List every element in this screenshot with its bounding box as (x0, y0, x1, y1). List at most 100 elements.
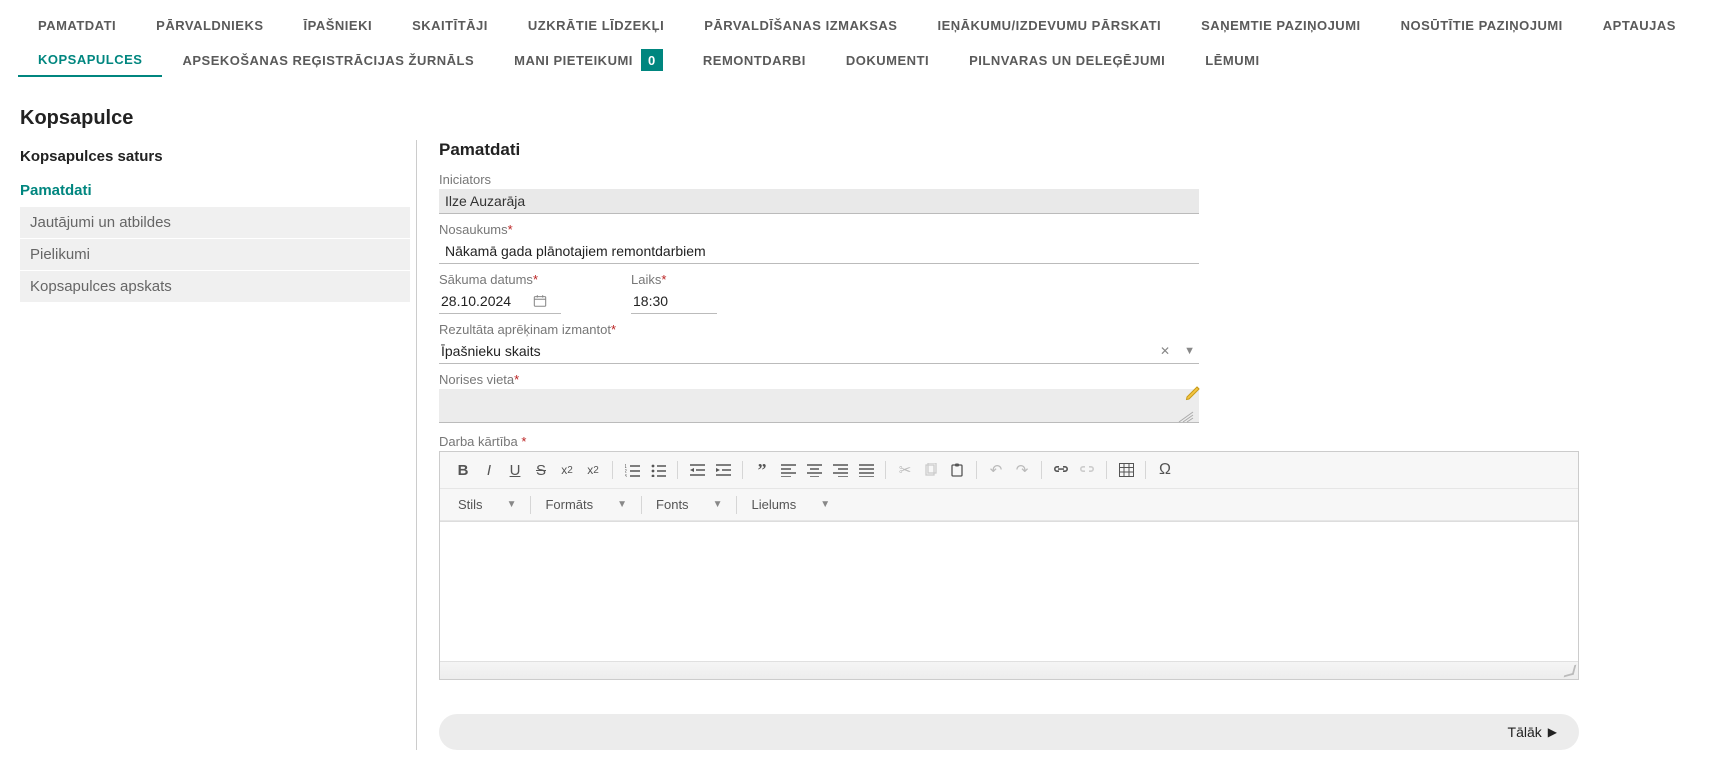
tab-mani-pieteikumi[interactable]: MANI PIETEIKUMI 0 (494, 41, 683, 79)
rte-sep (1041, 461, 1042, 479)
required-norises-vieta: * (514, 372, 519, 387)
rte-toolbar-2: Stils ▼ Formāts ▼ Fonts ▼ Lie (440, 489, 1578, 521)
field-darba-kartiba: Darba kārtība * B I U S x2 x2 123 (439, 434, 1709, 680)
tab-apsekosanas-zurnals[interactable]: APSEKOŠANAS REĢISTRĀCIJAS ŽURNĀLS (162, 45, 494, 76)
tab-parvaldnieks[interactable]: PĀRVALDNIEKS (136, 10, 283, 41)
rte-special-char-icon[interactable]: Ω (1152, 458, 1178, 482)
rte-footer-resize-icon[interactable] (440, 661, 1578, 679)
rte-combo-stils[interactable]: Stils ▼ (450, 495, 524, 514)
rte-sep (1145, 461, 1146, 479)
select-rezultata-caret-icon[interactable]: ▼ (1180, 345, 1199, 357)
rte-outdent-icon[interactable] (684, 458, 710, 482)
textarea-norises-vieta[interactable] (439, 389, 1199, 423)
rte-align-left-icon[interactable] (775, 458, 801, 482)
rte-combo-fonts-label: Fonts (656, 497, 689, 512)
form-panel: Pamatdati Iniciators Ilze Auzarāja Nosau… (416, 140, 1709, 750)
required-sakuma-datums: * (533, 272, 538, 287)
label-sakuma-datums: Sākuma datums* (439, 272, 561, 287)
rte-ordered-list-icon[interactable]: 123 (619, 458, 645, 482)
label-darba-kartiba: Darba kārtība * (439, 434, 1709, 449)
rte-indent-icon[interactable] (710, 458, 736, 482)
rte-combo-lielums[interactable]: Lielums ▼ (743, 495, 838, 514)
rte-unordered-list-icon[interactable] (645, 458, 671, 482)
sidebar-item-pamatdati[interactable]: Pamatdati (20, 175, 410, 207)
required-nosaukums: * (508, 222, 513, 237)
next-button[interactable]: Tālāk ▶ (1508, 724, 1557, 740)
rte-link-icon[interactable] (1048, 458, 1074, 482)
select-rezultata-clear-icon[interactable]: ✕ (1156, 344, 1174, 358)
tab-pamatdati[interactable]: PAMATDATI (18, 10, 136, 41)
rte-combo-fonts[interactable]: Fonts ▼ (648, 495, 730, 514)
rte-sep (612, 461, 613, 479)
label-norises-vieta: Norises vieta* (439, 372, 1709, 387)
tab-sanemtie-pazinojumi[interactable]: SAŅEMTIE PAZIŅOJUMI (1181, 10, 1381, 41)
rte-strike-icon[interactable]: S (528, 458, 554, 482)
rte-align-right-icon[interactable] (827, 458, 853, 482)
rte-sep (641, 496, 642, 514)
label-rezultata-text: Rezultāta aprēķinam izmantot (439, 322, 611, 337)
rte-content-area[interactable] (440, 521, 1578, 661)
input-laiks[interactable] (631, 289, 717, 314)
rte-align-center-icon[interactable] (801, 458, 827, 482)
label-laiks-text: Laiks (631, 272, 661, 287)
label-darba-kartiba-text: Darba kārtība (439, 434, 521, 449)
rte-combo-formats[interactable]: Formāts ▼ (537, 495, 635, 514)
sidebar: Kopsapulces saturs Pamatdati Jautājumi u… (20, 140, 410, 750)
tab-parvaldisanas-izmaksas[interactable]: PĀRVALDĪŠANAS IZMAKSAS (684, 10, 917, 41)
sidebar-item-jautajumi[interactable]: Jautājumi un atbildes (20, 207, 410, 239)
rte-subscript-icon[interactable]: x2 (554, 458, 580, 482)
input-nosaukums[interactable] (439, 239, 1199, 264)
tab-mani-pieteikumi-label: MANI PIETEIKUMI (514, 53, 633, 68)
sidebar-item-pielikumi[interactable]: Pielikumi (20, 239, 410, 271)
label-nosaukums: Nosaukums* (439, 222, 1709, 237)
bottom-action-bar: Tālāk ▶ (439, 714, 1579, 750)
tab-uzkratie-lidzekli[interactable]: UZKRĀTIE LĪDZEKĻI (508, 10, 684, 41)
tab-aptaujas[interactable]: APTAUJAS (1583, 10, 1696, 41)
rte-italic-icon[interactable]: I (476, 458, 502, 482)
field-sakuma-datums: Sākuma datums* (439, 272, 561, 314)
rte-superscript-icon[interactable]: x2 (580, 458, 606, 482)
rte-paste-icon[interactable] (944, 458, 970, 482)
rte-combo-stils-label: Stils (458, 497, 483, 512)
label-norises-vieta-text: Norises vieta (439, 372, 514, 387)
field-laiks: Laiks* (631, 272, 717, 314)
calendar-icon[interactable] (533, 294, 547, 308)
rte-align-justify-icon[interactable] (853, 458, 879, 482)
label-rezultata: Rezultāta aprēķinam izmantot* (439, 322, 1709, 337)
field-iniciators: Iniciators Ilze Auzarāja (439, 172, 1709, 214)
tab-kopsapulces[interactable]: KOPSAPULCES (18, 44, 162, 77)
tab-remontdarbi[interactable]: REMONTDARBI (683, 45, 826, 76)
rte-bold-icon[interactable]: B (450, 458, 476, 482)
chevron-down-icon: ▼ (713, 499, 723, 510)
chevron-right-icon: ▶ (1548, 725, 1557, 739)
tab-lemumi[interactable]: LĒMUMI (1185, 45, 1279, 76)
svg-text:3: 3 (625, 474, 627, 477)
select-rezultata[interactable]: Īpašnieku skaits ✕ ▼ (439, 339, 1199, 364)
sidebar-title: Kopsapulces saturs (20, 140, 410, 175)
panel-title: Pamatdati (439, 140, 1709, 160)
tab-ienakumu-izdevumu[interactable]: IEŅĀKUMU/IZDEVUMU PĀRSKATI (917, 10, 1181, 41)
tab-dokumenti[interactable]: DOKUMENTI (826, 45, 949, 76)
tab-skaititaji[interactable]: SKAITĪTĀJI (392, 10, 508, 41)
rte-combo-lielums-label: Lielums (751, 497, 796, 512)
rte-redo-icon: ↷ (1009, 458, 1035, 482)
chevron-down-icon: ▼ (507, 499, 517, 510)
page-title: Kopsapulce (0, 79, 1729, 140)
tab-mani-pieteikumi-badge: 0 (641, 49, 663, 71)
sidebar-item-apskats[interactable]: Kopsapulces apskats (20, 271, 410, 303)
tab-ipasnieki[interactable]: ĪPAŠNIEKI (284, 10, 393, 41)
input-sakuma-datums[interactable] (439, 289, 533, 313)
rte-toolbar-1: B I U S x2 x2 123 (440, 452, 1578, 489)
tab-pilnvaras-delegejumi[interactable]: PILNVARAS UN DELEĢĒJUMI (949, 45, 1185, 76)
rte-sep (976, 461, 977, 479)
required-rezultata: * (611, 322, 616, 337)
rte-blockquote-icon[interactable]: ” (749, 458, 775, 482)
pencil-icon[interactable] (1185, 383, 1203, 401)
rte-combo-formats-label: Formāts (545, 497, 593, 512)
tab-nosutitie-pazinojumi[interactable]: NOSŪTĪTIE PAZIŅOJUMI (1381, 10, 1583, 41)
rte-unlink-icon (1074, 458, 1100, 482)
rte-cut-icon: ✂ (892, 458, 918, 482)
rte-underline-icon[interactable]: U (502, 458, 528, 482)
field-rezultata: Rezultāta aprēķinam izmantot* Īpašnieku … (439, 322, 1709, 364)
rte-table-icon[interactable] (1113, 458, 1139, 482)
